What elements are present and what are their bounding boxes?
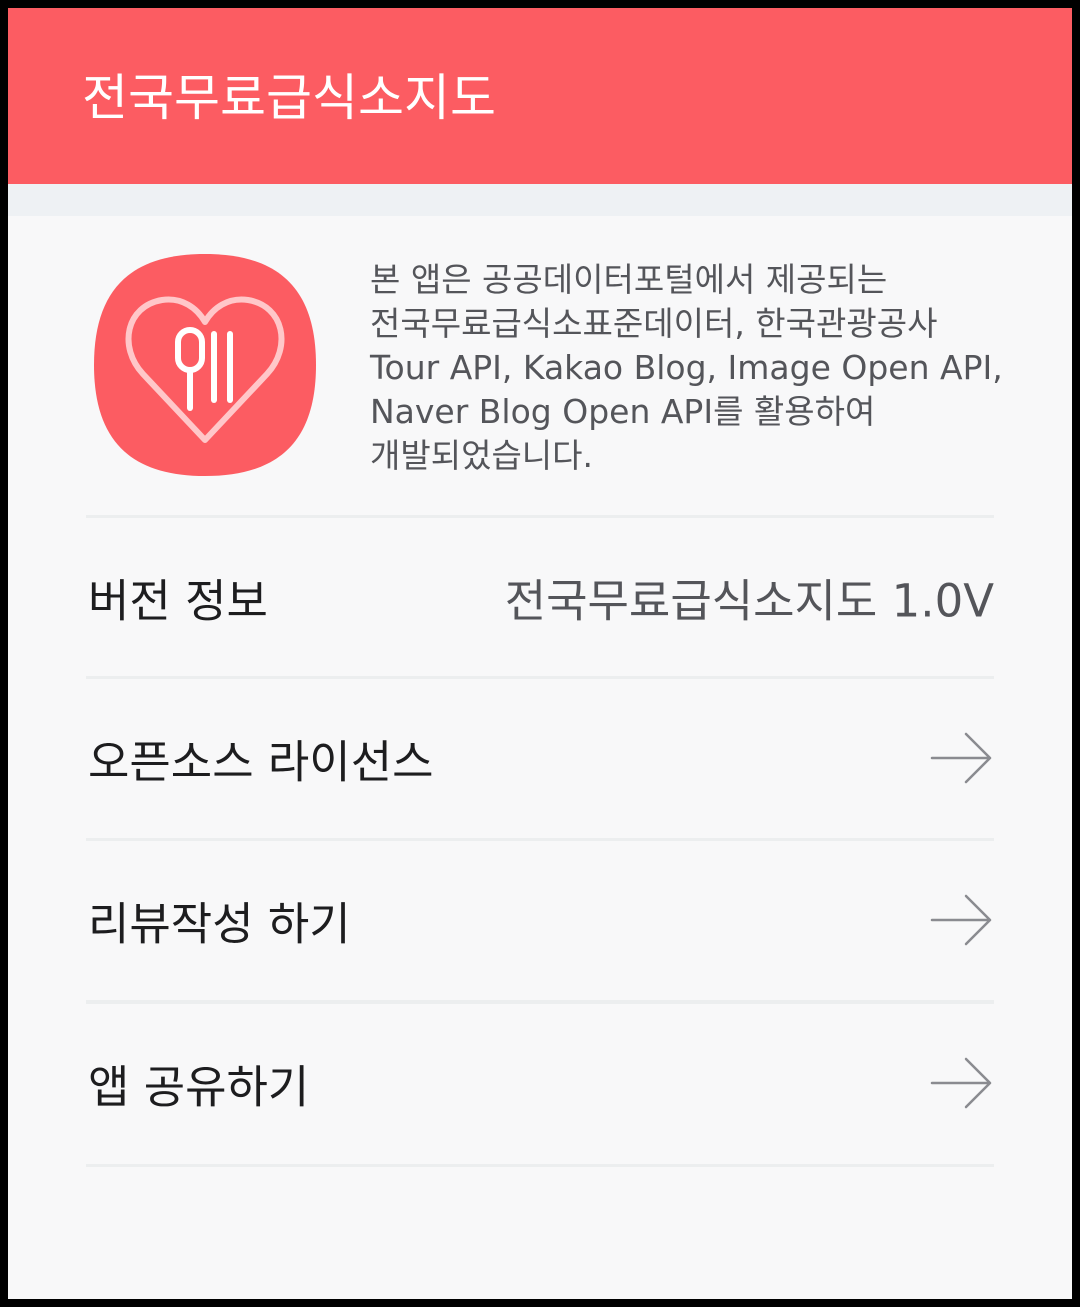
heart-utensils-icon bbox=[90, 250, 320, 480]
menu-item-write-review[interactable]: 리뷰작성 하기 bbox=[86, 841, 994, 999]
screen: 전국무료급식소지도 본 앱은 공공데이터포털에서 제공되는 전국무료급식소표준데… bbox=[8, 8, 1072, 1299]
menu-item-label: 리뷰작성 하기 bbox=[88, 897, 351, 951]
arrow-right-icon[interactable] bbox=[930, 1051, 994, 1115]
menu-item-label: 오픈소스 라이선스 bbox=[88, 735, 434, 789]
app-title: 전국무료급식소지도 bbox=[82, 69, 496, 127]
arrow-right-icon[interactable] bbox=[930, 726, 994, 790]
version-info-label: 버전 정보 bbox=[88, 574, 268, 628]
app-bar-shadow bbox=[8, 184, 1072, 216]
menu-item-open-source-license[interactable]: 오픈소스 라이선스 bbox=[86, 679, 994, 837]
divider bbox=[86, 1164, 994, 1167]
menu-item-label: 앱 공유하기 bbox=[88, 1060, 310, 1114]
app-description: 본 앱은 공공데이터포털에서 제공되는 전국무료급식소표준데이터, 한국관광공사… bbox=[370, 260, 1003, 475]
arrow-right-icon[interactable] bbox=[930, 888, 994, 952]
version-info-value: 전국무료급식소지도 1.0V bbox=[504, 574, 994, 628]
version-info-row: 버전 정보 전국무료급식소지도 1.0V bbox=[86, 518, 994, 676]
app-bar: 전국무료급식소지도 bbox=[8, 8, 1072, 184]
menu-item-share-app[interactable]: 앱 공유하기 bbox=[86, 1004, 994, 1162]
